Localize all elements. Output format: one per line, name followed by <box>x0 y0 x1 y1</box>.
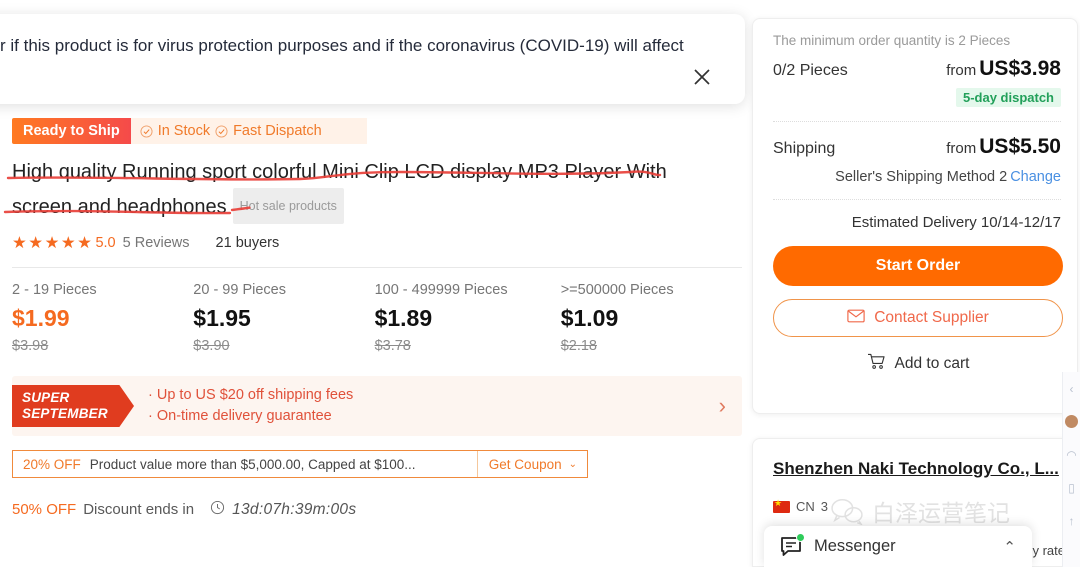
shipping-price: US$5.50 <box>979 135 1061 158</box>
unit-price: US$3.98 <box>979 57 1061 80</box>
add-to-cart-button[interactable]: Add to cart <box>773 351 1063 377</box>
status-badge: 5-day dispatch <box>955 88 1061 107</box>
response-rate-label: y rate <box>1032 543 1065 558</box>
countdown-discount: 50% OFF <box>12 501 77 518</box>
min-order-note: The minimum order quantity is 2 Pieces <box>773 33 1011 48</box>
start-order-button[interactable]: Start Order <box>773 246 1063 286</box>
reviews-link[interactable]: 5 Reviews <box>123 235 190 251</box>
tier-range: 2 - 19 Pieces <box>12 282 97 298</box>
chevron-down-icon: ⌄ <box>568 458 577 470</box>
in-stock-label: In Stock <box>157 123 211 139</box>
supplier-years: 3 <box>820 499 829 514</box>
tier-price: $1.99 <box>12 305 70 331</box>
get-coupon-button[interactable]: Get Coupon ⌄ <box>476 451 587 477</box>
price-from-label: from <box>946 62 977 79</box>
ready-to-ship-badge: Ready to Ship <box>12 118 131 144</box>
chevron-right-icon[interactable]: › <box>719 395 726 417</box>
quantity-value[interactable]: 0/2 Pieces <box>773 62 848 80</box>
price-tier: 100 - 499999 Pieces $1.89 $3.78 <box>375 282 561 354</box>
cart-icon <box>867 353 886 375</box>
tier-range: >=500000 Pieces <box>560 282 674 298</box>
divider <box>773 121 1061 122</box>
shipping-badges: Ready to Ship In Stock Fast Dispatch <box>12 118 367 144</box>
promo-tag-line2: SEPTEMBER <box>22 406 108 421</box>
price-tier: >=500000 Pieces $1.09 $2.18 <box>561 282 742 354</box>
price-tier: 2 - 19 Pieces $1.99 $3.98 <box>12 282 193 354</box>
star-rating-icon: ★★★★★ <box>12 234 94 252</box>
check-circle-icon-2 <box>215 124 228 138</box>
right-side-rail: ‹ ◠ ▯ ↑ <box>1062 372 1080 567</box>
change-shipping-link[interactable]: Change <box>1010 169 1061 185</box>
notice-text: r if this product is for virus protectio… <box>0 36 684 55</box>
tier-price: $1.95 <box>193 305 251 331</box>
messenger-widget[interactable]: Messenger ⌃ <box>764 526 1032 567</box>
add-to-cart-label: Add to cart <box>894 355 970 372</box>
super-september-promo[interactable]: SUPER SEPTEMBER · Up to US $20 off shipp… <box>12 376 742 436</box>
divider-2 <box>773 199 1061 200</box>
tier-price: $1.89 <box>374 305 433 331</box>
shipping-method-label: Seller's Shipping Method 2 <box>835 169 1008 185</box>
tier-old-price: $2.18 <box>560 338 597 354</box>
product-detail-page: r if this product is for virus protectio… <box>0 0 1080 567</box>
rail-top-icon[interactable]: ↑ <box>1063 504 1080 537</box>
covid-notice-dialog: r if this product is for virus protectio… <box>0 14 745 104</box>
coupon-discount: 20% OFF <box>23 456 81 472</box>
rail-help-icon[interactable]: ◠ <box>1063 438 1080 471</box>
shipping-row: Shipping from US$5.50 <box>773 135 1061 159</box>
messenger-label: Messenger <box>814 537 896 555</box>
mail-icon <box>847 309 865 328</box>
stock-strip: In Stock Fast Dispatch <box>130 118 367 144</box>
tier-old-price: $3.90 <box>193 338 230 354</box>
rail-collapse-icon[interactable]: ‹ <box>1063 372 1080 405</box>
supplier-name-link[interactable]: Shenzhen Naki Technology Co., L... <box>773 459 1061 479</box>
check-circle-icon <box>140 124 153 138</box>
dispatch-row: 5-day dispatch <box>773 88 1061 107</box>
rail-list-icon[interactable]: ▯ <box>1063 471 1080 504</box>
promo-tag-line1: SUPER <box>22 390 70 405</box>
tier-range: 20 - 99 Pieces <box>193 282 286 298</box>
promo-tag: SUPER SEPTEMBER <box>12 385 134 427</box>
tier-old-price: $3.78 <box>374 338 411 354</box>
page-title: High quality Running sport colorful Mini… <box>12 156 672 224</box>
tier-price: $1.09 <box>560 305 619 331</box>
price-tier: 20 - 99 Pieces $1.95 $3.90 <box>193 282 374 354</box>
rating-row: ★★★★★ 5.0 5 Reviews 21 buyers <box>12 233 740 253</box>
contact-supplier-button[interactable]: Contact Supplier <box>773 299 1063 337</box>
countdown-label: Discount ends in <box>83 501 195 518</box>
price-tiers: 2 - 19 Pieces $1.99 $3.98 20 - 99 Pieces… <box>12 267 742 354</box>
supplier-country: CN <box>796 499 815 514</box>
close-icon[interactable] <box>689 64 715 90</box>
cn-flag-icon <box>773 498 790 513</box>
contact-supplier-label: Contact Supplier <box>874 309 989 326</box>
promo-benefit-2: · On-time delivery guarantee <box>148 408 332 424</box>
product-info-column: Ready to Ship In Stock Fast Dispatch Hig… <box>0 110 742 519</box>
tier-range: 100 - 499999 Pieces <box>374 282 508 298</box>
fast-dispatch-label: Fast Dispatch <box>233 123 322 139</box>
shipping-label: Shipping <box>773 140 836 157</box>
promo-benefit-1: · Up to US $20 off shipping fees <box>148 387 354 403</box>
rail-avatar[interactable] <box>1063 405 1080 438</box>
rating-score: 5.0 <box>95 235 116 251</box>
shipping-method-row: Seller's Shipping Method 2 Change <box>773 169 1061 185</box>
unit-price-group: from US$3.98 <box>946 57 1061 81</box>
discount-countdown: 50% OFF Discount ends in 13d:07h:39m:00s <box>12 500 740 519</box>
message-icon <box>780 532 805 558</box>
shipping-from-label: from <box>946 140 977 157</box>
tier-old-price: $3.98 <box>12 338 49 354</box>
get-coupon-label: Get Coupon <box>488 456 562 472</box>
quantity-row: 0/2 Pieces from US$3.98 <box>773 57 1061 81</box>
chevron-up-icon[interactable]: ⌃ <box>1003 538 1016 556</box>
estimated-delivery: Estimated Delivery 10/14-12/17 <box>851 214 1061 231</box>
online-status-dot <box>796 532 805 542</box>
promo-benefits: · Up to US $20 off shipping fees · On-ti… <box>148 385 353 427</box>
supplier-meta: CN 3 <box>773 498 1061 514</box>
coupon-description: Product value more than $5,000.00, Cappe… <box>89 456 416 472</box>
buyers-count: 21 buyers <box>215 235 280 251</box>
countdown-timer: 13d:07h:39m:00s <box>232 500 357 518</box>
shipping-price-group: from US$5.50 <box>946 135 1061 159</box>
coupon-row: 20% OFF Product value more than $5,000.0… <box>12 450 588 478</box>
clock-icon <box>210 500 225 519</box>
hot-sale-tag: Hot sale products <box>232 188 344 224</box>
order-summary-card: The minimum order quantity is 2 Pieces 0… <box>752 18 1078 414</box>
